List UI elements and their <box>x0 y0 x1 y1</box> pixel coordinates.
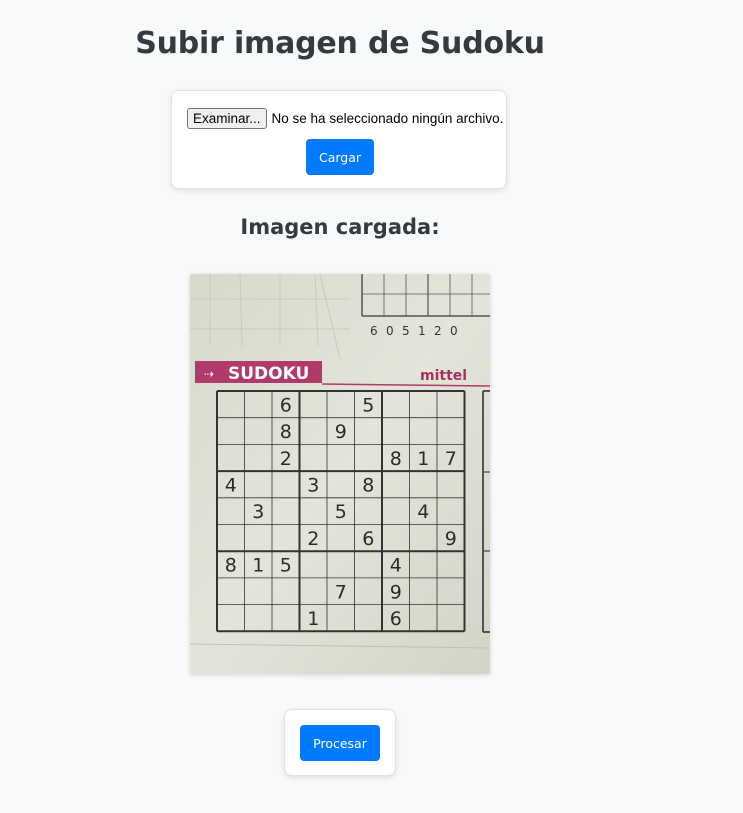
sudoku-cell-digit: 3 <box>252 501 264 523</box>
sudoku-cell-digit: 7 <box>335 581 347 603</box>
sudoku-cell-digit: 2 <box>280 448 292 470</box>
sudoku-photo: 605120 ⇢ SUDOKU mittel 6 58 92 8 1 74 3 83 5 42 6 9… <box>190 274 490 674</box>
sudoku-cell-digit: 6 <box>280 394 292 416</box>
upload-button[interactable]: Cargar <box>306 139 374 175</box>
sudoku-cell-digit: 8 <box>362 474 374 496</box>
sudoku-cell-digit: 1 <box>307 608 319 630</box>
sudoku-cell-digit: 1 <box>417 448 429 470</box>
sudoku-cell-digit: 2 <box>307 528 319 550</box>
printed-digit: 1 <box>418 324 426 338</box>
sudoku-cell-digit: 4 <box>390 555 402 577</box>
sudoku-cell-digit: 8 <box>390 448 402 470</box>
printed-digit: 0 <box>450 324 458 338</box>
sudoku-cell-digit: 8 <box>280 421 292 443</box>
sudoku-cell-digit: 5 <box>362 394 374 416</box>
printed-digit: 2 <box>434 324 442 338</box>
sudoku-cell-digit: 9 <box>335 421 347 443</box>
printed-digit: 0 <box>386 324 394 338</box>
upload-form: Examinar... No se ha seleccionado ningún… <box>171 90 507 189</box>
process-button[interactable]: Procesar <box>300 725 380 761</box>
sudoku-cell-digit: 4 <box>417 501 429 523</box>
file-status-text: No se ha seleccionado ningún archivo. <box>271 111 504 126</box>
sudoku-cell-digit: 6 <box>390 608 402 630</box>
sudoku-cell-digit: 9 <box>445 528 457 550</box>
brand-text: mittel <box>420 368 467 384</box>
uploaded-image-heading: Imagen cargada: <box>240 215 440 239</box>
sudoku-cell-digit: 1 <box>252 555 264 577</box>
page-title: Subir imagen de Sudoku <box>135 26 545 61</box>
sudoku-cell-digit: 8 <box>225 555 237 577</box>
printed-digit: 5 <box>402 324 410 338</box>
printed-digit: 6 <box>370 324 378 338</box>
sudoku-cell-digit: 6 <box>362 528 374 550</box>
banner-text: SUDOKU <box>228 364 309 384</box>
sudoku-cell-digit: 7 <box>445 448 457 470</box>
sudoku-cell-digit: 5 <box>280 555 292 577</box>
svg-text:⇢: ⇢ <box>204 367 214 381</box>
sudoku-cell-digit: 3 <box>307 474 319 496</box>
sudoku-cell-digit: 4 <box>225 474 237 496</box>
browse-button[interactable]: Examinar... <box>187 108 267 129</box>
file-input[interactable]: Examinar... No se ha seleccionado ningún… <box>187 108 503 129</box>
process-panel: Procesar <box>284 709 396 776</box>
sudoku-cell-digit: 5 <box>335 501 347 523</box>
sudoku-cell-digit: 9 <box>390 581 402 603</box>
